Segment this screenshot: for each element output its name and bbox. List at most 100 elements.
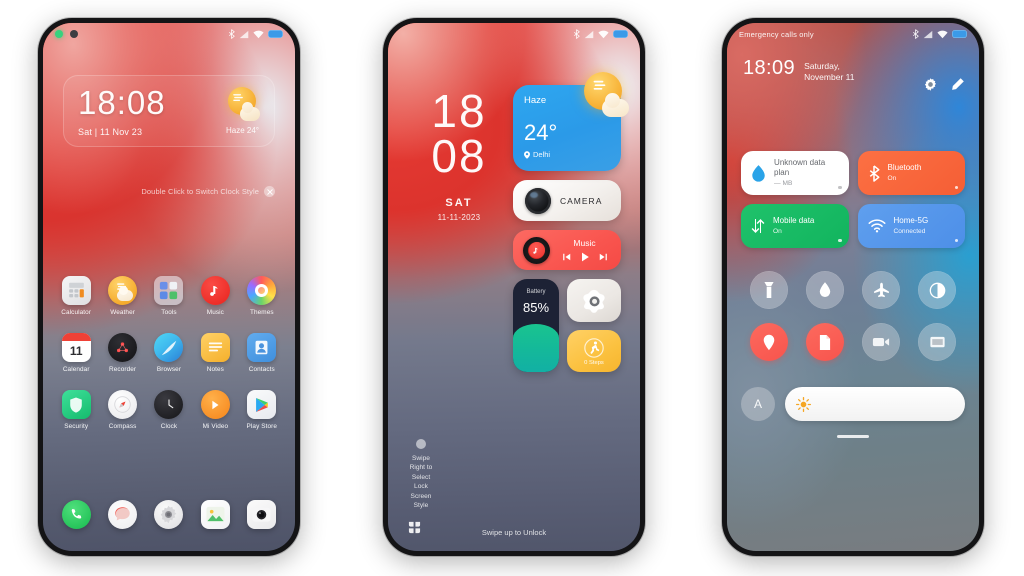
play-icon[interactable]	[580, 252, 590, 262]
battery-icon	[952, 30, 967, 38]
calendar-icon: 11	[61, 333, 91, 362]
swipe-right-hint[interactable]: Swipe Right to Select Lock Screen Style	[408, 438, 434, 511]
phone-icon[interactable]	[61, 500, 91, 529]
app-calculator[interactable]: Calculator	[53, 276, 99, 316]
phone-2-screen: 18 08 SAT 11-11-2023 Haze 24° Delhi CAME…	[388, 23, 640, 551]
gallery-icon[interactable]	[200, 500, 230, 529]
contacts-icon	[247, 333, 277, 362]
toggle-ringtone[interactable]	[806, 271, 844, 309]
stacked-clock: 18 08 SAT 11-11-2023	[416, 88, 502, 223]
cc-time: 18:09	[743, 57, 796, 79]
app-mi-video[interactable]: Mi Video	[192, 390, 238, 430]
app-label: Play Store	[246, 423, 278, 430]
status-bar-1	[43, 23, 295, 45]
music-widget[interactable]: Music	[513, 230, 621, 270]
toggle-grid	[741, 271, 965, 361]
close-icon[interactable]	[264, 186, 275, 197]
notification-led-dot	[55, 30, 63, 38]
weather-widget[interactable]: Haze 24° Delhi	[513, 72, 629, 171]
camera-widget[interactable]: CAMERA	[513, 180, 621, 221]
toggle-airplane-mode[interactable]	[862, 271, 900, 309]
wifi-icon	[598, 30, 609, 38]
music-icon	[200, 276, 230, 305]
toggle-dark-mode[interactable]	[918, 271, 956, 309]
tile-title: Unknown data plan	[774, 157, 826, 177]
auto-brightness-button[interactable]: A	[741, 387, 775, 421]
app-contacts[interactable]: Contacts	[239, 333, 285, 373]
settings-gear-icon[interactable]	[154, 500, 184, 529]
tile-bluetooth[interactable]: Bluetooth On	[857, 151, 965, 195]
widget-column: Haze 24° Delhi CAMERA Music Battery 85% …	[513, 72, 629, 372]
settings-gear-icon[interactable]	[923, 77, 938, 92]
app-clock[interactable]: Clock	[146, 390, 192, 430]
signal-icon	[239, 30, 249, 38]
themes-icon	[247, 276, 277, 305]
signal-icon	[584, 30, 594, 38]
app-grid-icon[interactable]	[408, 521, 421, 539]
steps-widget[interactable]: 0 Steps	[567, 330, 621, 372]
music-widget-label: Music	[573, 238, 596, 248]
toggle-screen-record[interactable]	[862, 323, 900, 361]
haze-sun-cloud-icon	[225, 87, 260, 122]
tile-indicator-dot	[838, 185, 842, 189]
toggle-screenshot[interactable]	[806, 323, 844, 361]
app-play-store[interactable]: Play Store	[239, 390, 285, 430]
style-indicator-dot	[416, 438, 426, 449]
tile-indicator-dot	[954, 238, 958, 242]
brightness-slider[interactable]	[785, 387, 965, 421]
app-browser[interactable]: Browser	[146, 333, 192, 373]
app-compass[interactable]: Compass	[99, 390, 145, 430]
screenshot-stage: 18:08 Sat | 11 Nov 23 Haze 24° Double Cl…	[0, 0, 1024, 576]
bluetooth-icon	[229, 29, 235, 39]
app-label: Security	[64, 423, 89, 430]
clock-weather-card[interactable]: 18:08 Sat | 11 Nov 23 Haze 24°	[63, 75, 275, 147]
app-notes[interactable]: Notes	[192, 333, 238, 373]
app-music[interactable]: Music	[192, 276, 238, 316]
location-pin-icon	[524, 150, 530, 159]
app-label: Compass	[108, 423, 137, 430]
toggle-location[interactable]	[750, 323, 788, 361]
battery-widget[interactable]: Battery 85%	[513, 279, 559, 372]
battery-icon	[268, 30, 283, 38]
phone-3-screen: Emergency calls only 18:09 Saturday, Nov…	[727, 23, 979, 551]
camera-icon[interactable]	[247, 500, 277, 529]
app-label: Calendar	[62, 366, 90, 373]
clock-date: 11-11-2023	[437, 213, 481, 223]
toggle-flashlight[interactable]	[750, 271, 788, 309]
signal-icon	[923, 30, 933, 38]
phone-2-lock-screen: 18 08 SAT 11-11-2023 Haze 24° Delhi CAME…	[381, 16, 647, 558]
music-disc-icon	[523, 236, 550, 264]
messages-icon[interactable]	[108, 500, 138, 529]
app-label: Tools	[161, 309, 177, 316]
bluetooth-icon	[574, 29, 580, 39]
quick-setting-tiles: Unknown data plan — MB Bluetooth On Mobi…	[741, 151, 965, 248]
app-security[interactable]: Security	[53, 390, 99, 430]
tile-wifi[interactable]: Home-5G Connected	[857, 204, 965, 248]
app-label: Weather	[110, 309, 135, 316]
recorder-icon	[108, 333, 138, 362]
next-icon[interactable]	[599, 253, 608, 261]
drag-handle[interactable]	[837, 435, 869, 439]
swipe-up-hint: Swipe up to Unlock	[481, 528, 547, 537]
app-tools[interactable]: Tools	[146, 276, 192, 316]
app-weather[interactable]: Weather	[99, 276, 145, 316]
tile-mobile-data[interactable]: Mobile data On	[741, 204, 849, 248]
gallery-widget[interactable]	[567, 279, 621, 322]
edit-pencil-icon[interactable]	[950, 77, 965, 92]
hint-text: Double Click to Switch Clock Style	[141, 187, 259, 196]
toggle-cast-screen[interactable]	[918, 323, 956, 361]
wifi-icon	[867, 219, 886, 233]
app-grid: Calculator Weather Tools Music Themes 11…	[53, 276, 285, 430]
wifi-icon	[253, 30, 264, 38]
tile-title: Home-5G	[893, 215, 929, 225]
haze-sun-cloud-icon	[582, 72, 629, 119]
brightness-row: A	[741, 387, 965, 421]
app-recorder[interactable]: Recorder	[99, 333, 145, 373]
sun-icon	[796, 396, 811, 412]
switch-clock-style-hint[interactable]: Double Click to Switch Clock Style	[141, 186, 275, 197]
app-calendar[interactable]: 11 Calendar	[53, 333, 99, 373]
previous-icon[interactable]	[562, 253, 571, 261]
weather-city: Delhi	[533, 150, 551, 159]
app-themes[interactable]: Themes	[239, 276, 285, 316]
tile-data-usage[interactable]: Unknown data plan — MB	[741, 151, 849, 195]
